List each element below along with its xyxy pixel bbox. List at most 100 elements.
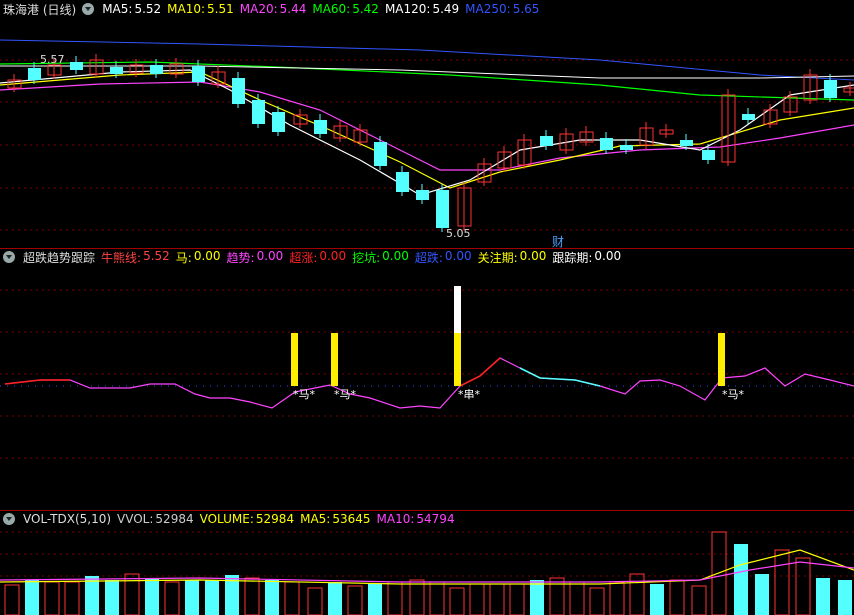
candle-down (540, 136, 553, 146)
trend-line-red (459, 357, 501, 387)
dropdown-icon[interactable] (3, 251, 15, 263)
volume-bar (449, 587, 465, 615)
volume-bar (44, 581, 60, 615)
volume-bar (409, 579, 425, 615)
volume-bar (307, 587, 323, 615)
indicator-chart[interactable] (0, 248, 854, 510)
volume-bar (387, 581, 403, 615)
volume-bar (569, 581, 585, 615)
volume-bar (85, 576, 99, 615)
field-oversold: 超跌: 0.00 (414, 248, 472, 265)
ma20-readout: MA20: 5.44 (239, 2, 307, 16)
field-trend: 趋势: 0.00 (226, 248, 284, 265)
volume-bar (734, 544, 748, 615)
ma120-readout: MA120: 5.49 (384, 2, 460, 16)
signal-label: *串* (458, 388, 480, 401)
volume-bar (650, 584, 664, 615)
field-bullbear: 牛熊线: 5.52 (101, 248, 170, 265)
volume-bar (64, 581, 80, 615)
low-price-label: 5.05 (446, 227, 471, 240)
volume-pane[interactable]: VOL-TDX(5,10) VVOL: 52984 VOLUME: 52984 MA… (0, 510, 854, 615)
ma10-readout: MA10: 5.51 (167, 2, 234, 16)
volume-header: VOL-TDX(5,10) VVOL: 52984 VOLUME: 52984 MA… (0, 510, 455, 528)
volume-bar (691, 585, 707, 615)
ma10-line (0, 71, 854, 189)
signal-bar (331, 333, 338, 386)
candle-down (416, 190, 429, 200)
volume-bar (368, 584, 382, 615)
field-vol-ma5: MA5: 53645 (300, 512, 371, 526)
signal-label: *马* (293, 388, 315, 401)
volume-bar (164, 581, 180, 615)
candle-down (28, 68, 41, 80)
indicator-header: 超跌趋势跟踪 牛熊线: 5.52 马: 0.00 趋势: 0.00 超涨: 0.00 挖… (0, 248, 621, 266)
candle-down (396, 172, 409, 192)
ma60-line (0, 61, 854, 101)
volume-bar (489, 583, 505, 615)
volume-bar (816, 578, 830, 615)
field-pit: 挖坑: 0.00 (352, 248, 409, 265)
volume-bar (4, 584, 20, 615)
candle-up (843, 87, 854, 93)
pane-divider[interactable] (0, 248, 854, 249)
candle-down (600, 138, 613, 150)
ma60-readout: MA60: 5.42 (312, 2, 379, 16)
pane-divider[interactable] (0, 510, 854, 511)
candle-down (742, 114, 755, 120)
candle-down (374, 142, 387, 166)
volume-bar (774, 549, 790, 615)
indicator-title[interactable]: 超跌趋势跟踪 (23, 249, 95, 266)
candle-down (620, 145, 633, 150)
dropdown-icon[interactable] (82, 3, 95, 15)
volume-bar (284, 581, 300, 615)
field-horse: 马: 0.00 (175, 248, 221, 265)
signal-bar (291, 333, 298, 386)
volume-bar (244, 577, 260, 615)
volume-bar (105, 580, 119, 615)
field-volume: VOLUME: 52984 (199, 512, 295, 526)
price-pane[interactable]: 珠海港 (日线) MA5: 5.52 MA10: 5.51 MA20: 5.44 MA… (0, 0, 854, 249)
volume-bar (629, 573, 645, 615)
candlestick-chart[interactable] (0, 0, 854, 248)
volume-bar (609, 581, 625, 615)
candle-down (824, 80, 837, 98)
candle-down (272, 112, 285, 132)
signal-bar (454, 333, 461, 386)
dropdown-icon[interactable] (3, 513, 15, 525)
volume-bar (469, 583, 485, 615)
candle-down (252, 100, 265, 124)
field-overbought: 超涨: 0.00 (289, 248, 347, 265)
volume-bar (530, 580, 544, 615)
volume-title[interactable]: VOL-TDX(5,10) (23, 512, 111, 526)
signal-label: *马* (334, 388, 356, 401)
volume-bar (838, 580, 852, 615)
candle-down (436, 190, 449, 228)
volume-bar (145, 578, 159, 615)
volume-bar (429, 581, 445, 615)
candle-down (680, 140, 693, 146)
candle-down (110, 67, 123, 74)
volume-bar (25, 580, 39, 615)
trend-line-red (4, 379, 70, 385)
field-watch: 关注期: 0.00 (477, 248, 547, 265)
field-vvol: VVOL: 52984 (117, 512, 194, 526)
indicator-pane[interactable]: 超跌趋势跟踪 牛熊线: 5.52 马: 0.00 趋势: 0.00 超涨: 0.00 挖… (0, 248, 854, 510)
price-header: 珠海港 (日线) MA5: 5.52 MA10: 5.51 MA20: 5.44 MA… (0, 0, 539, 18)
high-price-label: 5.57 (40, 53, 65, 66)
candle-down (192, 66, 205, 82)
volume-bar (669, 579, 685, 615)
candle-down (314, 120, 327, 134)
stock-title[interactable]: 珠海港 (日线) (3, 1, 76, 18)
field-vol-ma10: MA10: 54794 (376, 512, 455, 526)
volume-bar (795, 557, 811, 615)
volume-bar (347, 585, 363, 615)
volume-bar (589, 587, 605, 615)
ma250-readout: MA250: 5.65 (465, 2, 540, 16)
volume-bar (328, 582, 342, 615)
candle-down (232, 78, 245, 104)
field-track: 跟踪期: 0.00 (552, 248, 622, 265)
volume-bar (755, 574, 769, 615)
candle-down (70, 62, 83, 70)
volume-bar (265, 580, 279, 615)
signal-bar (718, 333, 725, 386)
